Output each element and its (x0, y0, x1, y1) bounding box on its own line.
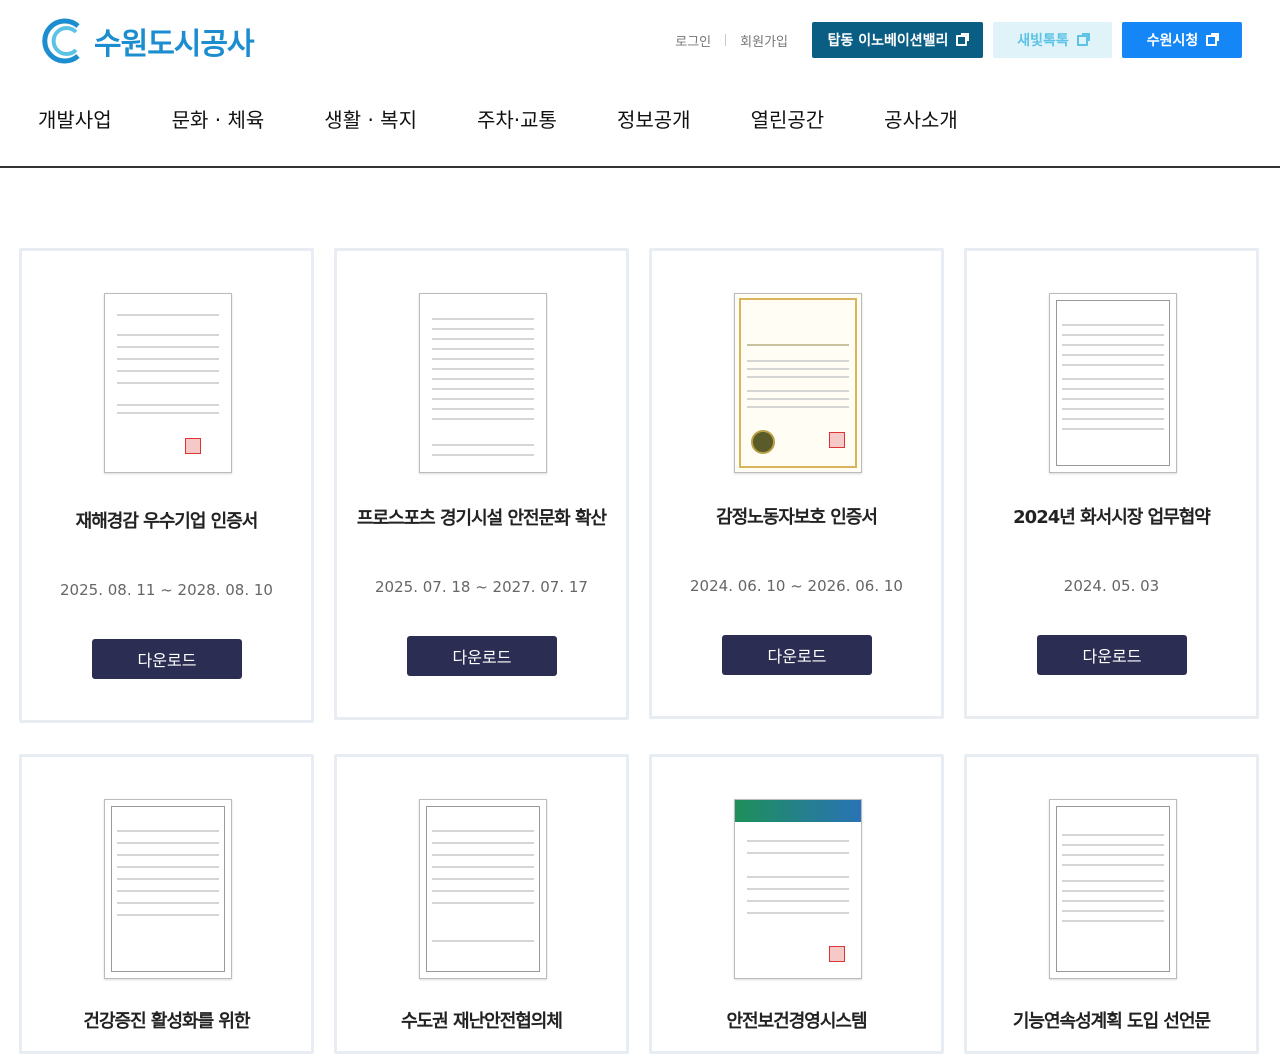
certificate-card: 수도권 재난안전협의체 (334, 754, 629, 1054)
certificate-card: 2024년 화서시장 업무협약 2024. 05. 03 다운로드 (964, 248, 1259, 719)
certificate-card: 건강증진 활성화를 위한 (19, 754, 314, 1054)
site-header: 수원도시공사 로그인 회원가입 탑동 이노베이션밸리 새빛톡톡 수원시청 개발사… (0, 0, 1280, 168)
nav-parking-traffic[interactable]: 주차·교통 (477, 104, 557, 133)
download-button[interactable]: 다운로드 (722, 635, 872, 675)
card-date: 2024. 06. 10 ~ 2026. 06. 10 (690, 577, 903, 595)
logo-text: 수원도시공사 (94, 27, 255, 62)
main-nav: 개발사업 문화 · 체육 생활 · 복지 주차·교통 정보공개 열린공간 공사소… (38, 104, 958, 133)
utility-bar: 로그인 회원가입 탑동 이노베이션밸리 새빛톡톡 수원시청 (661, 22, 1242, 58)
nav-info-disclosure[interactable]: 정보공개 (617, 104, 691, 133)
card-date: 2025. 07. 18 ~ 2027. 07. 17 (375, 578, 588, 596)
card-title: 감정노동자보호 인증서 (716, 507, 878, 528)
card-title: 건강증진 활성화를 위한 (83, 1011, 250, 1032)
certificate-card: 안전보건경영시스템 (649, 754, 944, 1054)
certificate-thumbnail[interactable] (734, 293, 862, 473)
certificate-thumbnail[interactable] (734, 799, 862, 979)
card-title: 재해경감 우수기업 인증서 (75, 511, 259, 532)
external-link-icon (956, 32, 970, 46)
card-title: 수도권 재난안전협의체 (401, 1011, 563, 1032)
logo-mark-icon (42, 18, 80, 64)
card-date: 2025. 08. 11 ~ 2028. 08. 10 (60, 581, 273, 599)
certificate-thumbnail[interactable] (419, 293, 547, 473)
card-date: 2024. 05. 03 (1063, 577, 1160, 595)
certificate-thumbnail[interactable] (419, 799, 547, 979)
tapdong-innovation-valley-button[interactable]: 탑동 이노베이션밸리 (812, 22, 983, 58)
nav-open-space[interactable]: 열린공간 (751, 104, 825, 133)
download-button[interactable]: 다운로드 (407, 636, 557, 676)
external-link-icon (1076, 32, 1090, 46)
logo[interactable]: 수원도시공사 (38, 16, 255, 66)
card-title: 2024년 화서시장 업무협약 (1013, 507, 1211, 528)
card-title: 기능연속성계획 도입 선언문 (1012, 1011, 1211, 1032)
login-link[interactable]: 로그인 (661, 31, 725, 50)
certificate-thumbnail[interactable] (1049, 293, 1177, 473)
certificate-thumbnail[interactable] (1049, 799, 1177, 979)
certificate-thumbnail[interactable] (104, 799, 232, 979)
nav-development[interactable]: 개발사업 (38, 104, 112, 133)
certificate-card: 기능연속성계획 도입 선언문 (964, 754, 1259, 1054)
certificate-card: 프로스포츠 경기시설 안전문화 확산 2025. 07. 18 ~ 2027. … (334, 248, 629, 720)
external-link-icon (1206, 32, 1220, 46)
card-title: 프로스포츠 경기시설 안전문화 확산 (356, 508, 607, 529)
download-button[interactable]: 다운로드 (92, 639, 242, 679)
suwon-city-hall-button[interactable]: 수원시청 (1122, 22, 1242, 58)
nav-life-welfare[interactable]: 생활 · 복지 (324, 104, 417, 133)
certificate-thumbnail[interactable] (104, 293, 232, 473)
nav-culture-sports[interactable]: 문화 · 체육 (172, 104, 265, 133)
certificate-card: 재해경감 우수기업 인증서 2025. 08. 11 ~ 2028. 08. 1… (19, 248, 314, 723)
card-title: 안전보건경영시스템 (726, 1011, 867, 1032)
signup-link[interactable]: 회원가입 (726, 31, 802, 50)
download-button[interactable]: 다운로드 (1037, 635, 1187, 675)
certificate-card: 감정노동자보호 인증서 2024. 06. 10 ~ 2026. 06. 10 … (649, 248, 944, 719)
saebit-label: 새빛톡톡 (1017, 33, 1069, 49)
tapdong-label: 탑동 이노베이션밸리 (827, 33, 949, 49)
saebit-toktok-button[interactable]: 새빛톡톡 (993, 22, 1112, 58)
suwon-label: 수원시청 (1146, 33, 1199, 49)
nav-about[interactable]: 공사소개 (884, 104, 958, 133)
